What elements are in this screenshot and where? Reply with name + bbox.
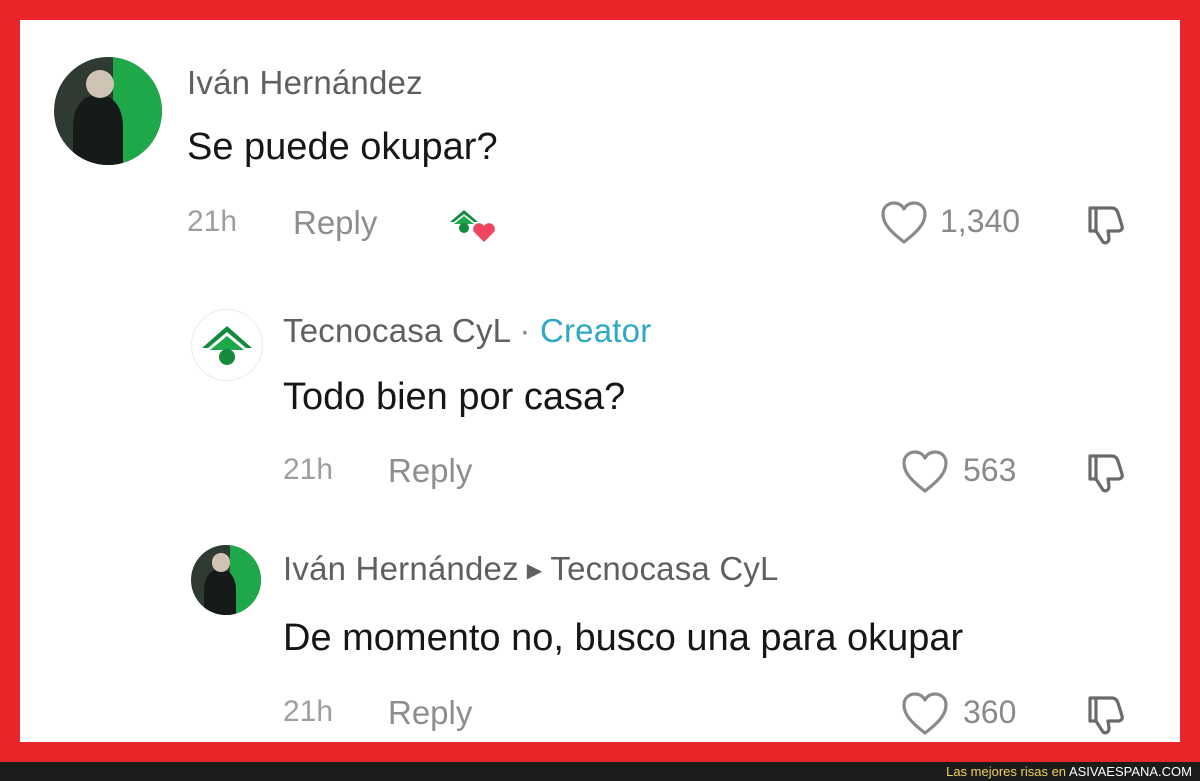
avatar[interactable] xyxy=(191,545,261,615)
comment-time: 21h xyxy=(283,695,334,728)
comment-text: Todo bien por casa? xyxy=(283,376,626,418)
comment-3: Iván Hernández ▶ Tecnocasa CyL De momento … xyxy=(20,535,1180,742)
comment-author[interactable]: Tecnocasa CyL · Creator xyxy=(283,312,651,350)
footer-text: Las mejores risas en xyxy=(946,764,1069,779)
thumbs-down-icon[interactable] xyxy=(1084,448,1132,496)
heart-outline-icon[interactable] xyxy=(879,200,929,246)
comment-1: Iván Hernández Se puede okupar? 21h Repl… xyxy=(20,20,1180,260)
reply-button[interactable]: Reply xyxy=(293,204,377,242)
comment-time: 21h xyxy=(283,453,334,486)
avatar[interactable] xyxy=(54,57,162,165)
triangle-right-icon: ▶ xyxy=(526,560,543,582)
comment-text: Se puede okupar? xyxy=(187,126,498,168)
heart-outline-icon[interactable] xyxy=(900,691,950,737)
separator-dot: · xyxy=(519,312,531,349)
comment-author[interactable]: Iván Hernández xyxy=(187,64,423,102)
heart-outline-icon[interactable] xyxy=(900,449,950,495)
comments-panel: Iván Hernández Se puede okupar? 21h Repl… xyxy=(20,20,1180,742)
like-count: 1,340 xyxy=(940,203,1021,239)
comment-author[interactable]: Iván Hernández ▶ Tecnocasa CyL xyxy=(283,550,779,588)
author-name[interactable]: Iván Hernández xyxy=(283,550,519,587)
reply-button[interactable]: Reply xyxy=(388,452,472,490)
comment-text: De momento no, busco una para okupar xyxy=(283,617,964,659)
like-count: 563 xyxy=(963,452,1017,488)
thumbs-down-icon[interactable] xyxy=(1084,200,1132,248)
thumbs-down-icon[interactable] xyxy=(1084,690,1132,738)
author-name[interactable]: Tecnocasa CyL xyxy=(283,312,510,349)
comment-2: Tecnocasa CyL · Creator Todo bien por ca… xyxy=(20,300,1180,520)
footer-bar: Las mejores risas en ASIVAESPANA.COM xyxy=(0,762,1200,781)
footer-credit: Las mejores risas en ASIVAESPANA.COM xyxy=(946,764,1192,779)
reply-to-name[interactable]: Tecnocasa CyL xyxy=(550,550,778,587)
footer-brand-link[interactable]: ASIVAESPANA.COM xyxy=(1069,764,1192,779)
comment-time: 21h xyxy=(187,205,238,238)
reply-button[interactable]: Reply xyxy=(388,694,472,732)
creator-liked-heart-icon xyxy=(444,204,500,248)
like-count: 360 xyxy=(963,694,1017,730)
creator-badge: Creator xyxy=(539,312,652,349)
avatar[interactable] xyxy=(191,309,263,381)
